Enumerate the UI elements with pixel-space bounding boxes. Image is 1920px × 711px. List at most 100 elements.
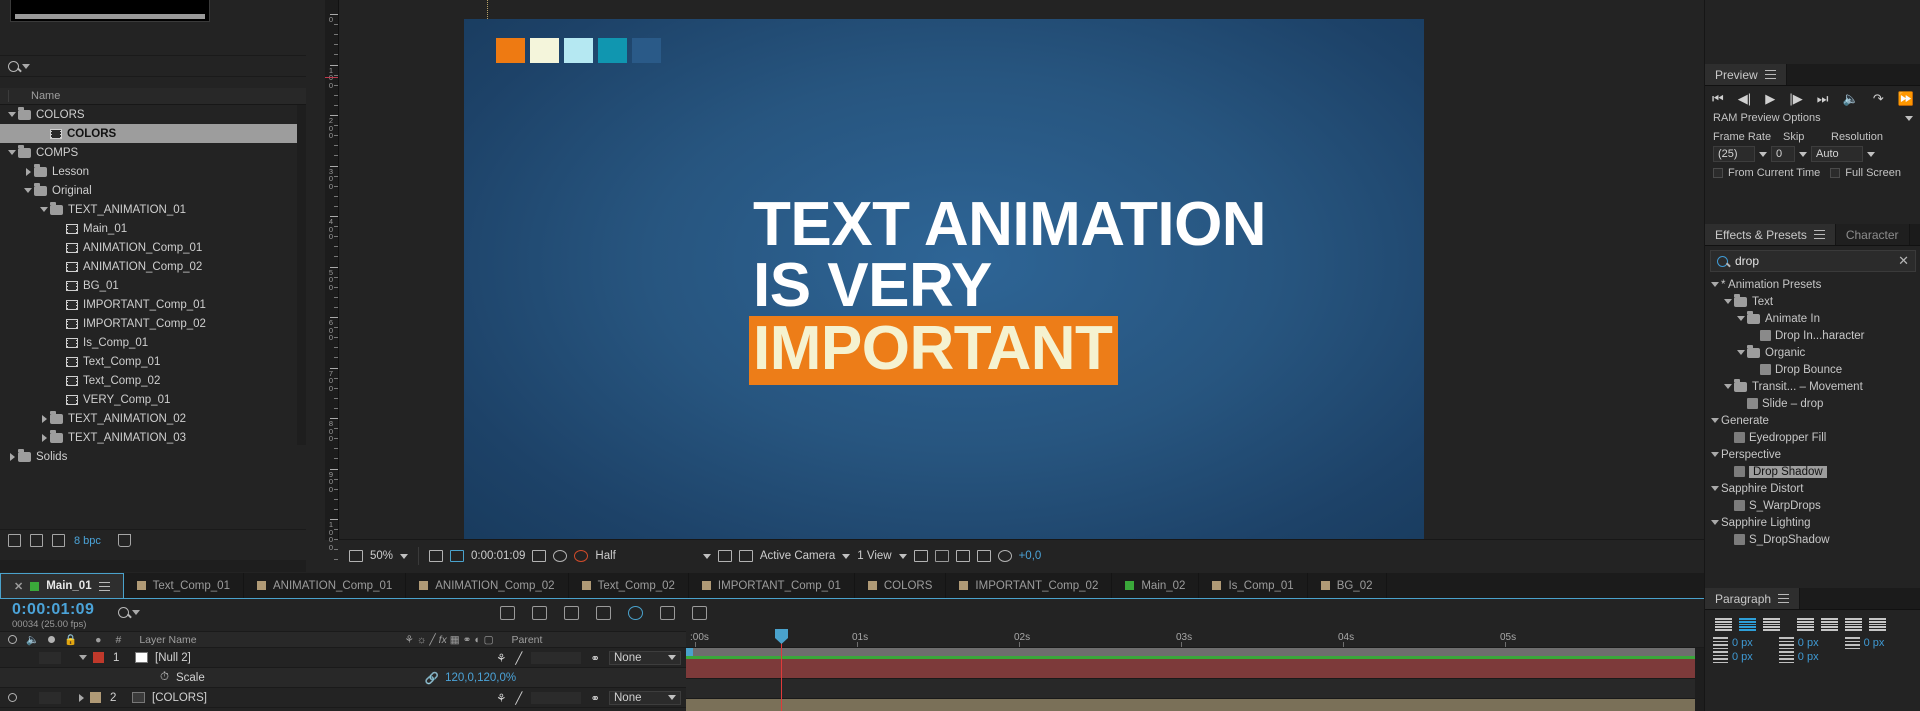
current-time-value[interactable]: 0:00:01:09	[12, 601, 94, 619]
timeline-time-ruler[interactable]: :00s 01s 02s 03s 04s 05s	[686, 629, 1704, 648]
disclosure-open-icon[interactable]	[38, 207, 50, 212]
timeline-property-row[interactable]: ⏱ Scale 🔗 120,0,120,0%	[0, 668, 686, 688]
panel-menu-icon[interactable]	[1778, 594, 1790, 603]
paragraph-align-button-4[interactable]	[1797, 618, 1814, 631]
disclosure-closed-icon[interactable]	[22, 167, 34, 176]
choose-grid-icon[interactable]	[429, 550, 444, 562]
pixel-aspect-icon[interactable]	[913, 550, 928, 562]
new-folder-icon[interactable]	[8, 534, 21, 547]
region-interest-toggle-icon[interactable]	[717, 550, 732, 562]
paragraph-align-button-1[interactable]	[1715, 618, 1732, 631]
channel-icon[interactable]	[574, 550, 589, 562]
project-folder-item[interactable]: COLORS	[0, 105, 306, 124]
effect-row[interactable]: Drop Shadow	[1705, 463, 1920, 480]
frame-rate-chevron-icon[interactable]	[1759, 151, 1767, 157]
disclosure-open-icon[interactable]	[1709, 520, 1721, 525]
solo-toggle[interactable]	[39, 691, 61, 704]
always-preview-icon[interactable]	[349, 550, 363, 562]
new-composition-icon[interactable]	[30, 534, 43, 547]
disclosure-open-icon[interactable]	[1735, 350, 1747, 355]
close-icon[interactable]: ✕	[14, 580, 23, 593]
resolution-chevron-icon[interactable]	[702, 553, 711, 559]
comp-flowchart-icon[interactable]	[976, 550, 991, 562]
layer-disclosure-icon[interactable]	[79, 655, 87, 660]
skip-chevron-icon[interactable]	[1799, 151, 1807, 157]
layer-disclosure-icon[interactable]	[79, 693, 84, 702]
disclosure-open-icon[interactable]	[6, 112, 18, 117]
parent-dropdown[interactable]: None	[609, 690, 681, 705]
layer-switch-3d-icon[interactable]: ⚘	[496, 651, 506, 665]
disclosure-open-icon[interactable]	[1735, 316, 1747, 321]
project-comp-item[interactable]: BG_01	[0, 276, 306, 295]
project-horizontal-scrollbar[interactable]	[0, 560, 306, 572]
composition-tab[interactable]: ANIMATION_Comp_02	[406, 573, 569, 598]
effect-row[interactable]: Organic	[1705, 344, 1920, 361]
skip-field[interactable]: 0	[1771, 146, 1795, 162]
layer-label-color[interactable]	[90, 692, 101, 703]
exposure-value[interactable]: +0,0	[1019, 550, 1042, 562]
tab-preview[interactable]: Preview	[1705, 64, 1787, 85]
composition-tab[interactable]: Main_02	[1112, 573, 1200, 598]
project-comp-item[interactable]: IMPORTANT_Comp_02	[0, 314, 306, 333]
solo-toggle[interactable]	[39, 651, 61, 664]
project-folder-item[interactable]: TEXT_ANIMATION_03	[0, 428, 306, 447]
effect-row[interactable]: Perspective	[1705, 446, 1920, 463]
project-folder-item[interactable]: TEXT_ANIMATION_01	[0, 200, 306, 219]
composition-tab[interactable]: IMPORTANT_Comp_01	[688, 573, 855, 598]
effect-row[interactable]: Drop In...haracter	[1705, 327, 1920, 344]
video-toggle-icon[interactable]	[8, 693, 17, 702]
parent-dropdown[interactable]: None	[609, 650, 681, 665]
clear-search-icon[interactable]: ✕	[1898, 254, 1909, 267]
views-value[interactable]: 1 View	[857, 550, 891, 562]
motion-blur-icon[interactable]	[628, 606, 643, 620]
effect-row[interactable]: Drop Bounce	[1705, 361, 1920, 378]
parent-pickwhip-icon[interactable]: ⚭	[590, 651, 600, 665]
project-vertical-scrollbar[interactable]	[297, 105, 306, 445]
project-folder-item[interactable]: Lesson	[0, 162, 306, 181]
project-comp-item[interactable]: COLORS	[0, 124, 306, 143]
panel-menu-icon[interactable]	[1764, 70, 1776, 79]
project-folder-item[interactable]: Original	[0, 181, 306, 200]
delete-icon[interactable]	[117, 534, 131, 547]
project-comp-item[interactable]: Text_Comp_01	[0, 352, 306, 371]
ram-preview-options-row[interactable]: RAM Preview Options	[1705, 107, 1920, 129]
timeline-layer-row[interactable]: 1 [Null 2] ⚘ ╱ ⚭ None	[0, 648, 686, 668]
disclosure-open-icon[interactable]	[1709, 418, 1721, 423]
previous-frame-icon[interactable]: ◀|	[1738, 92, 1751, 105]
ram-preview-icon[interactable]: ⏩	[1898, 92, 1914, 105]
project-folder-item[interactable]: Solids	[0, 447, 306, 466]
camera-value[interactable]: Active Camera	[760, 550, 835, 562]
timeline-layer-bar[interactable]	[686, 699, 1704, 711]
disclosure-open-icon[interactable]	[1722, 299, 1734, 304]
indent-first-line-value[interactable]: 0 px	[1798, 637, 1819, 649]
blend-mode-cell[interactable]	[531, 651, 582, 664]
transparency-grid-icon[interactable]	[738, 550, 753, 562]
effect-row[interactable]: Eyedropper Fill	[1705, 429, 1920, 446]
hide-shy-layers-icon[interactable]	[564, 606, 579, 620]
paragraph-align-button-5[interactable]	[1821, 618, 1838, 631]
color-depth-label[interactable]: 8 bpc	[74, 535, 101, 547]
composition-tab[interactable]: COLORS	[854, 573, 947, 598]
effect-row[interactable]: Transit... – Movement	[1705, 378, 1920, 395]
project-comp-item[interactable]: IMPORTANT_Comp_01	[0, 295, 306, 314]
effect-row[interactable]: Animate In	[1705, 310, 1920, 327]
effect-row[interactable]: Sapphire Lighting	[1705, 514, 1920, 531]
panel-menu-icon[interactable]	[98, 581, 110, 591]
paragraph-align-button-3[interactable]	[1763, 618, 1780, 631]
tab-paragraph[interactable]: Paragraph	[1705, 588, 1801, 609]
effects-search-input[interactable]: drop ✕	[1710, 250, 1916, 272]
composition-tab[interactable]: ANIMATION_Comp_01	[243, 573, 407, 598]
effect-row[interactable]: Slide – drop	[1705, 395, 1920, 412]
composition-canvas[interactable]: TEXT ANIMATION IS VERY IMPORTANT	[464, 19, 1424, 539]
magnification-chevron-icon[interactable]	[400, 553, 409, 559]
composition-tab[interactable]: Text_Comp_01	[123, 573, 244, 598]
disclosure-open-icon[interactable]	[1722, 384, 1734, 389]
tab-character[interactable]: Character	[1835, 224, 1910, 245]
disclosure-open-icon[interactable]	[1709, 486, 1721, 491]
timeline-current-time[interactable]: 0:00:01:09 00034 (25.00 fps)	[12, 601, 94, 630]
disclosure-open-icon[interactable]	[1709, 452, 1721, 457]
live-update-icon[interactable]	[500, 606, 515, 620]
resolution-field[interactable]: Auto	[1811, 146, 1863, 162]
project-folder-item[interactable]: TEXT_ANIMATION_02	[0, 409, 306, 428]
parent-pickwhip-icon[interactable]: ⚭	[590, 691, 600, 705]
